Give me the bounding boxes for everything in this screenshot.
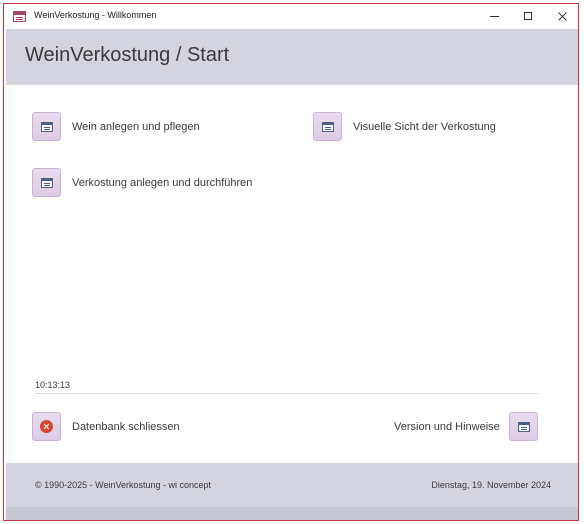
wein-anlegen-button[interactable] [32, 112, 61, 141]
verkostung-anlegen-label[interactable]: Verkostung anlegen und durchführen [72, 177, 252, 189]
wein-anlegen-label[interactable]: Wein anlegen und pflegen [72, 121, 200, 133]
app-window: WeinVerkostung - Willkommen WeinVerkostu… [3, 3, 579, 521]
current-date: Dienstag, 19. November 2024 [431, 480, 551, 490]
visuelle-sicht-label[interactable]: Visuelle Sicht der Verkostung [353, 121, 496, 133]
form-icon [41, 122, 53, 132]
copyright-text: © 1990-2025 - WeinVerkostung - wi concep… [35, 480, 212, 490]
version-hinweise-label[interactable]: Version und Hinweise [394, 421, 500, 433]
datenbank-schliessen-button[interactable] [32, 412, 61, 441]
footer-bar [6, 507, 578, 520]
form-icon [322, 122, 334, 132]
window-title: WeinVerkostung - Willkommen [34, 10, 157, 20]
page-title: WeinVerkostung / Start [25, 44, 230, 66]
divider [35, 393, 538, 394]
clock-time: 10:13:13 [35, 380, 71, 390]
form-icon [518, 422, 530, 432]
title-bar[interactable]: WeinVerkostung - Willkommen [4, 4, 578, 29]
minimize-button[interactable] [477, 4, 511, 29]
visuelle-sicht-button[interactable] [313, 112, 342, 141]
close-circle-icon [40, 420, 53, 433]
page-header: WeinVerkostung / Start [6, 29, 578, 85]
datenbank-schliessen-label[interactable]: Datenbank schliessen [72, 421, 180, 433]
form-icon [41, 178, 53, 188]
page-footer: © 1990-2025 - WeinVerkostung - wi concep… [6, 463, 578, 507]
form-app-icon [13, 11, 26, 22]
close-window-button[interactable] [545, 4, 579, 29]
verkostung-anlegen-button[interactable] [32, 168, 61, 197]
maximize-button[interactable] [511, 4, 545, 29]
version-hinweise-button[interactable] [509, 412, 538, 441]
